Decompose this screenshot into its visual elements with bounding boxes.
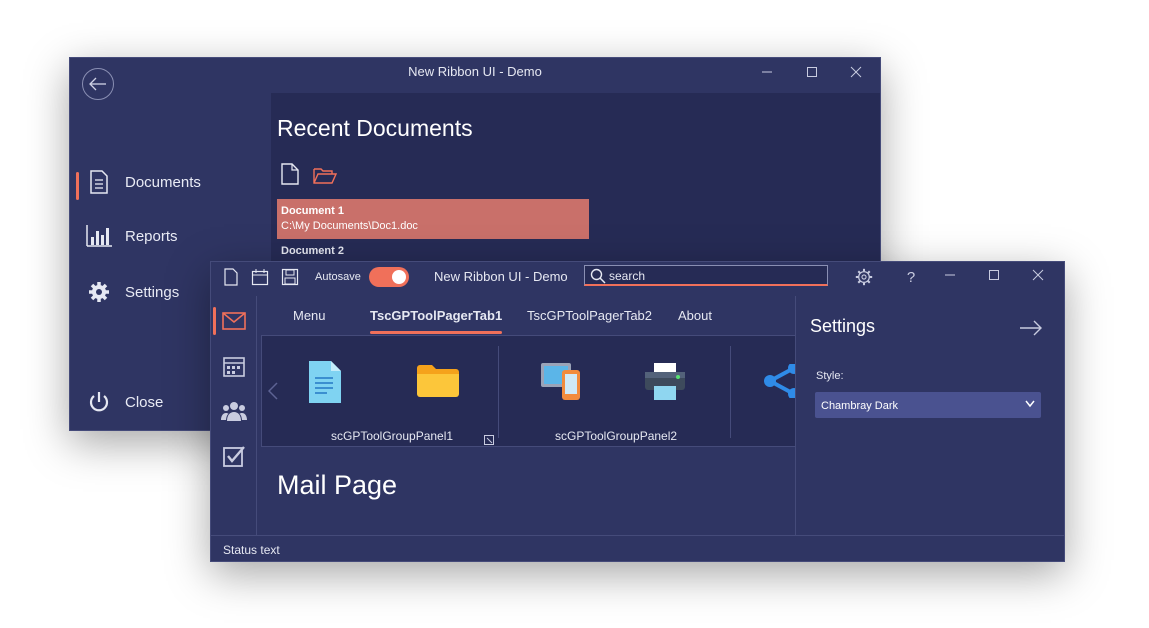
tasks-icon[interactable] [219, 441, 249, 471]
autosave-label: Autosave [315, 271, 361, 283]
settings-title: Settings [810, 316, 876, 336]
style-value: Chambray Dark [821, 400, 899, 412]
new-file-icon[interactable] [223, 268, 243, 288]
list-item[interactable]: Document 1 C:\My Documents\Doc1.doc [277, 199, 589, 239]
maximize-button[interactable] [790, 58, 834, 86]
page-title: Recent Documents [277, 115, 473, 141]
sidebar-item-reports[interactable]: Reports [70, 216, 270, 256]
window-title: New Ribbon UI - Demo [434, 269, 568, 284]
tab-pager-1[interactable]: TscGPToolPagerTab1 [370, 308, 503, 334]
document-name: Document 1 [281, 205, 344, 217]
new-document-icon[interactable] [281, 163, 299, 190]
sidebar-item-label: Documents [125, 173, 201, 191]
mail-icon[interactable] [213, 306, 249, 336]
document-name: Document 2 [281, 245, 344, 257]
tab-about[interactable]: About [678, 308, 712, 323]
minimize-icon [762, 71, 772, 73]
search-box[interactable] [584, 265, 828, 286]
status-bar: Status text [211, 535, 1064, 561]
document-icon[interactable] [308, 360, 342, 409]
page-title: Mail Page [277, 470, 398, 500]
close-button[interactable] [1031, 268, 1051, 288]
help-icon[interactable]: ? [901, 269, 921, 289]
sidebar-item-documents[interactable]: Documents [70, 162, 270, 202]
ribbon-tabs: Menu TscGPToolPagerTab1 TscGPToolPagerTa… [256, 296, 796, 334]
open-folder-icon[interactable] [313, 166, 338, 189]
close-icon [850, 66, 862, 78]
group-separator [498, 346, 499, 438]
gear-icon [86, 279, 112, 305]
calendar-icon[interactable] [219, 351, 249, 381]
chart-icon [86, 223, 112, 249]
tab-pager-2[interactable]: TscGPToolPagerTab2 [527, 308, 652, 323]
group-label: scGPToolGroupPanel1 [331, 429, 454, 443]
style-select[interactable]: Chambray Dark [815, 392, 1041, 418]
group-separator [730, 346, 731, 438]
people-icon[interactable] [219, 396, 249, 426]
minimize-button[interactable] [943, 268, 963, 288]
arrow-right-icon[interactable] [1019, 320, 1043, 341]
sidebar-item-label: Reports [125, 227, 178, 245]
autosave-toggle[interactable] [369, 267, 409, 287]
status-text: Status text [223, 543, 280, 557]
ribbon-window: Autosave New Ribbon UI - Demo ? [210, 261, 1065, 562]
sidebar-item-label: Settings [125, 283, 180, 301]
close-icon [1032, 269, 1044, 281]
gear-icon[interactable] [855, 268, 875, 288]
folder-icon[interactable] [416, 364, 460, 403]
devices-icon[interactable] [540, 362, 582, 407]
calendar-icon[interactable] [251, 268, 271, 288]
maximize-button[interactable] [987, 268, 1007, 288]
tab-menu[interactable]: Menu [293, 308, 326, 323]
power-icon [86, 389, 112, 415]
group-label: scGPToolGroupPanel2 [555, 429, 678, 443]
ribbon-panel: scGPToolGroupPanel1 scGPToolGroupPanel2 [261, 335, 800, 450]
left-nav [211, 296, 257, 536]
document-icon [86, 169, 112, 195]
dialog-launcher-icon[interactable] [484, 432, 494, 450]
style-label: Style: [816, 370, 844, 382]
document-path: C:\My Documents\Doc1.doc [281, 220, 418, 232]
search-icon [590, 268, 606, 284]
close-button[interactable] [834, 58, 878, 86]
share-icon[interactable] [762, 362, 800, 403]
chevron-left-icon[interactable] [267, 382, 278, 405]
chevron-down-icon [1025, 400, 1035, 408]
settings-panel: Settings Style: Chambray Dark [795, 296, 1064, 536]
arrow-left-icon [89, 77, 106, 91]
save-icon[interactable] [281, 268, 301, 288]
maximize-icon [807, 67, 817, 77]
back-button[interactable] [82, 68, 114, 100]
minimize-button[interactable] [745, 58, 789, 86]
search-input[interactable] [609, 267, 819, 284]
sidebar-item-label: Close [125, 393, 164, 411]
printer-icon[interactable] [644, 362, 686, 407]
quick-access-toolbar: Autosave New Ribbon UI - Demo ? [211, 262, 1064, 294]
